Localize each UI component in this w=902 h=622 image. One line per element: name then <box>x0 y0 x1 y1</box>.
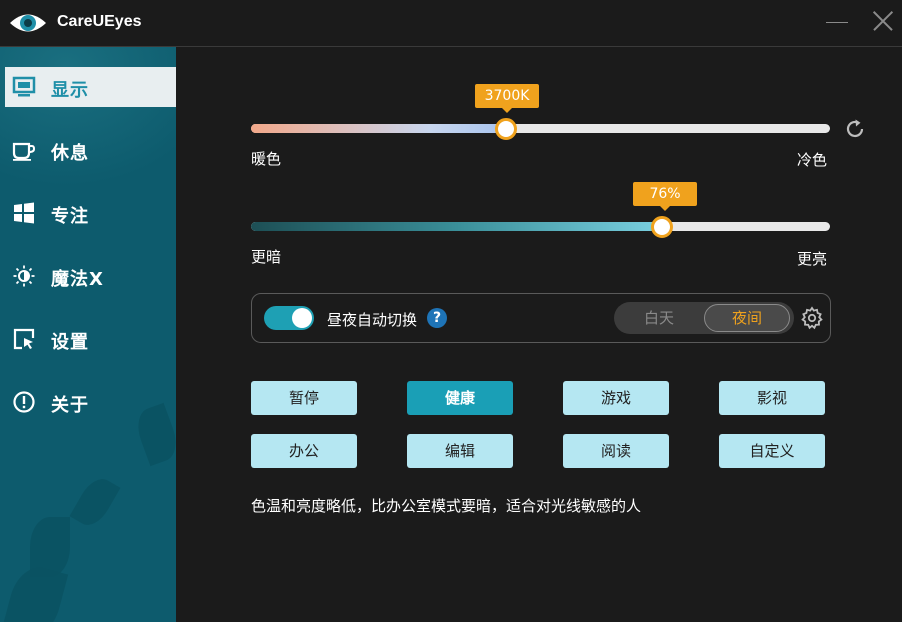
sidebar-item-rest[interactable]: 休息 <box>0 130 176 170</box>
auto-switch-panel: 昼夜自动切换 ? 白天 夜间 <box>251 293 831 343</box>
night-option[interactable]: 夜间 <box>704 304 790 332</box>
sidebar-item-display[interactable]: 显示 <box>5 67 176 107</box>
eye-logo-icon <box>10 14 46 32</box>
mode-movie-button[interactable]: 影视 <box>719 381 825 415</box>
sidebar-item-label: 专注 <box>51 206 89 227</box>
mode-description: 色温和亮度略低，比办公室模式要暗，适合对光线敏感的人 <box>251 497 642 515</box>
sidebar-item-label: 关于 <box>51 395 89 416</box>
temperature-slider[interactable] <box>251 117 830 140</box>
app-title: CareUEyes <box>57 13 142 30</box>
monitor-icon <box>12 76 36 97</box>
auto-switch-toggle[interactable] <box>264 306 314 330</box>
cool-label: 冷色 <box>797 151 828 169</box>
sidebar-item-label: 魔法X <box>51 269 104 290</box>
sidebar-item-label: 显示 <box>51 80 89 101</box>
minimize-button[interactable] <box>826 10 850 34</box>
close-button[interactable] <box>872 10 894 32</box>
mode-read-button[interactable]: 阅读 <box>563 434 669 468</box>
mode-game-button[interactable]: 游戏 <box>563 381 669 415</box>
mode-edit-button[interactable]: 编辑 <box>407 434 513 468</box>
brightness-slider[interactable] <box>251 215 830 238</box>
darker-label: 更暗 <box>251 248 282 266</box>
sidebar-item-focus[interactable]: 专注 <box>0 193 176 233</box>
brightness-value-bubble: 76% <box>633 182 697 211</box>
sidebar: 显示 休息 专注 魔法X 设置 关于 <box>0 47 176 622</box>
sidebar-item-label: 休息 <box>51 143 89 164</box>
warm-label: 暖色 <box>251 150 282 168</box>
toggle-knob <box>292 308 312 328</box>
help-icon[interactable]: ? <box>427 308 447 328</box>
day-option[interactable]: 白天 <box>614 302 704 334</box>
brightness-slider-thumb[interactable] <box>651 215 674 238</box>
info-exclamation-icon <box>13 391 35 413</box>
day-night-segmented-control: 白天 夜间 <box>614 302 794 334</box>
reset-icon[interactable] <box>843 117 867 141</box>
mode-pause-button[interactable]: 暂停 <box>251 381 357 415</box>
auto-switch-label: 昼夜自动切换 <box>327 311 418 329</box>
sidebar-item-about[interactable]: 关于 <box>0 382 176 422</box>
mode-custom-button[interactable]: 自定义 <box>719 434 825 468</box>
coffee-cup-icon <box>12 142 36 161</box>
temperature-value-bubble: 3700K <box>475 84 539 113</box>
gear-icon[interactable] <box>800 306 824 330</box>
brightness-slider-fill <box>251 222 663 231</box>
decor-leaf <box>69 472 121 532</box>
sidebar-item-settings[interactable]: 设置 <box>0 319 176 359</box>
sidebar-item-magic[interactable]: 魔法X <box>0 256 176 296</box>
settings-cursor-icon <box>13 328 35 350</box>
mode-health-button[interactable]: 健康 <box>407 381 513 415</box>
title-bar: CareUEyes <box>0 0 902 47</box>
brighter-label: 更亮 <box>797 250 828 268</box>
sidebar-item-label: 设置 <box>51 332 89 353</box>
temperature-slider-fill <box>251 124 506 133</box>
temperature-slider-thumb[interactable] <box>494 117 517 140</box>
sun-moon-icon <box>13 265 35 287</box>
mode-office-button[interactable]: 办公 <box>251 434 357 468</box>
windows-icon <box>14 202 34 224</box>
